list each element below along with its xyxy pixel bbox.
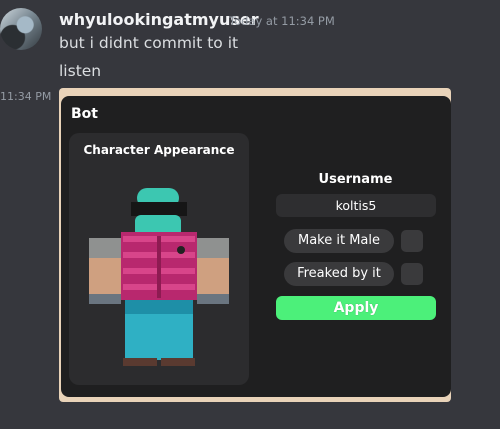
freaked-by-it-checkbox[interactable] — [401, 263, 423, 285]
panel-title: Bot — [71, 106, 98, 122]
image-attachment[interactable]: Bot Character Appearance Username koltis… — [59, 88, 451, 402]
make-it-male-button[interactable]: Make it Male — [284, 229, 394, 253]
username-input[interactable]: koltis5 — [276, 194, 436, 217]
bot-panel: Bot Character Appearance Username koltis… — [61, 96, 451, 397]
character-appearance-card: Character Appearance — [69, 133, 249, 385]
message-side-timestamp: 11:34 PM — [0, 90, 52, 103]
freaked-by-it-button[interactable]: Freaked by it — [284, 262, 394, 286]
make-it-male-checkbox[interactable] — [401, 230, 423, 252]
user-avatar[interactable] — [0, 8, 42, 50]
message-line-2: listen — [59, 62, 102, 80]
username-label: Username — [318, 172, 393, 187]
character-card-title: Character Appearance — [83, 143, 235, 157]
apply-button[interactable]: Apply — [276, 296, 436, 320]
message-timestamp: Today at 11:34 PM — [229, 14, 335, 28]
character-avatar-icon — [89, 188, 229, 366]
message-line-1: but i didnt commit to it — [59, 34, 239, 52]
